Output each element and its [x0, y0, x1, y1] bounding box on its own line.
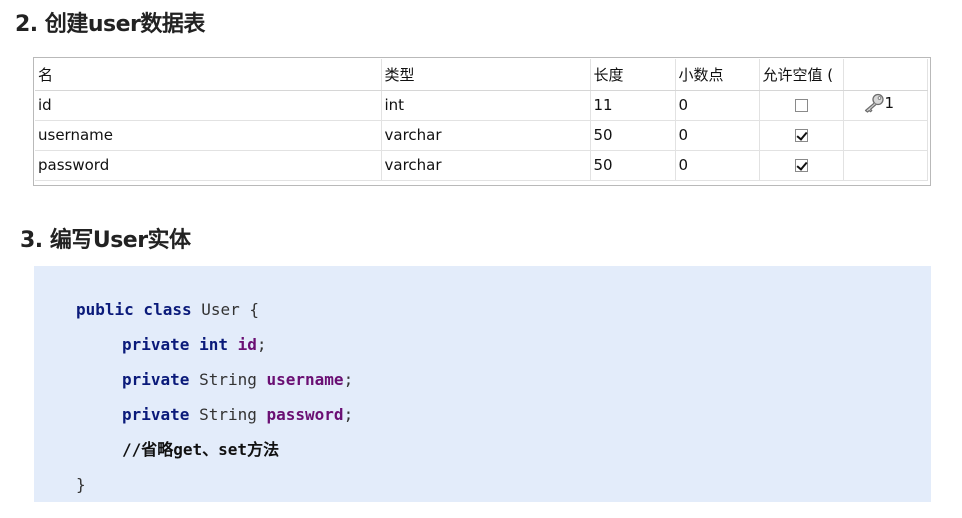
table-row[interactable]: id int 11 0 1: [35, 90, 928, 121]
code-listing: public class User {private int id; privat…: [76, 292, 353, 502]
code-keyword: private: [122, 370, 190, 389]
cell-type[interactable]: varchar: [381, 120, 591, 151]
cell-decimal[interactable]: 0: [675, 90, 760, 121]
user-table-designer: 名 类型 长度 小数点 允许空值 ( id int 11 0 1 usernam…: [33, 57, 931, 186]
code-text: User {: [191, 300, 260, 319]
code-keyword: public class: [76, 300, 192, 319]
code-line: public class User {: [76, 292, 353, 327]
cell-key[interactable]: [843, 120, 928, 151]
code-text: String: [189, 405, 267, 424]
cell-nullable[interactable]: [759, 90, 844, 121]
code-field: id: [237, 335, 257, 354]
column-header-decimal[interactable]: 小数点: [675, 59, 760, 91]
code-keyword: private int: [122, 335, 228, 354]
cell-nullable[interactable]: [759, 120, 844, 151]
code-comment: //省略get、set方法: [122, 440, 280, 459]
code-text: }: [76, 475, 86, 494]
column-header-nullable[interactable]: 允许空值 (: [759, 59, 844, 91]
cell-key[interactable]: [843, 150, 928, 181]
code-keyword: private: [122, 405, 190, 424]
primary-key-marker: 1: [863, 93, 895, 113]
code-text: ;: [343, 370, 354, 389]
code-line: }: [76, 467, 353, 502]
code-block: public class User {private int id; privat…: [34, 266, 931, 502]
column-header-length[interactable]: 长度: [590, 59, 676, 91]
column-header-name[interactable]: 名: [35, 59, 382, 91]
cell-decimal[interactable]: 0: [675, 120, 760, 151]
column-header-key[interactable]: [843, 59, 928, 91]
cell-nullable[interactable]: [759, 150, 844, 181]
code-text: String: [189, 370, 267, 389]
cell-name[interactable]: username: [35, 120, 382, 151]
key-icon: [864, 93, 884, 113]
code-line: private String password;: [76, 397, 353, 432]
table-row[interactable]: password varchar 50 0: [35, 150, 928, 181]
cell-type[interactable]: varchar: [381, 150, 591, 181]
code-line: private String username;: [76, 362, 353, 397]
code-line: private int id;: [76, 327, 353, 362]
code-text: ;: [343, 405, 354, 424]
code-field: username: [266, 370, 344, 389]
nullable-checkbox[interactable]: [794, 159, 808, 172]
cell-key[interactable]: 1: [843, 90, 928, 121]
cell-name[interactable]: password: [35, 150, 382, 181]
cell-type[interactable]: int: [381, 90, 591, 121]
section-heading-user-entity: 3. 编写User实体: [20, 228, 191, 253]
primary-key-order: 1: [884, 94, 895, 112]
column-header-type[interactable]: 类型: [381, 59, 591, 91]
table-header-row: 名 类型 长度 小数点 允许空值 (: [35, 59, 928, 91]
cell-length[interactable]: 50: [590, 120, 676, 151]
cell-decimal[interactable]: 0: [675, 150, 760, 181]
code-line: //省略get、set方法: [76, 432, 353, 467]
cell-name[interactable]: id: [35, 90, 382, 121]
table-row[interactable]: username varchar 50 0: [35, 120, 928, 151]
code-field: password: [266, 405, 344, 424]
code-text: ;: [256, 335, 267, 354]
section-heading-create-table: 2. 创建user数据表: [15, 12, 205, 37]
nullable-checkbox[interactable]: [794, 129, 808, 142]
cell-length[interactable]: 50: [590, 150, 676, 181]
cell-length[interactable]: 11: [590, 90, 676, 121]
nullable-checkbox[interactable]: [794, 99, 808, 112]
